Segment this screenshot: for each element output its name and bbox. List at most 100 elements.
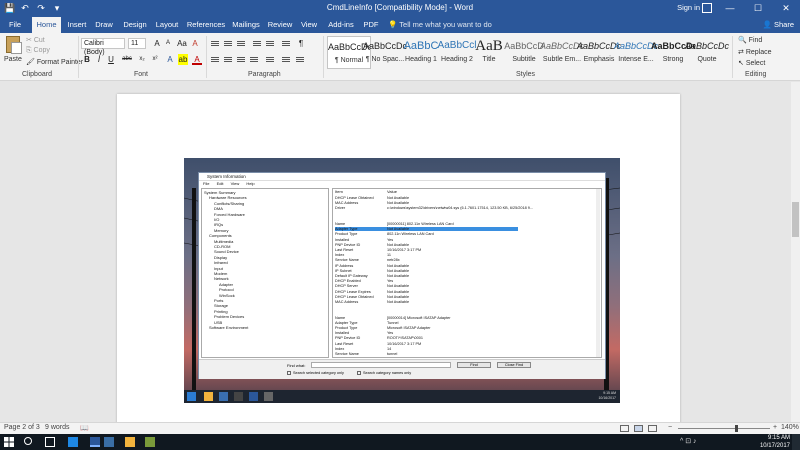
menu-edit[interactable]: Edit [217, 181, 224, 186]
font-size-select[interactable]: 11 [128, 38, 146, 49]
superscript-button[interactable]: x² [150, 54, 160, 65]
grow-font-button[interactable]: A [152, 38, 162, 49]
text-effects-button[interactable]: A [165, 54, 175, 65]
tab-pdf[interactable]: PDF [360, 17, 382, 33]
close-button[interactable]: ✕ [772, 0, 800, 17]
tree-item[interactable]: Problem Devices [214, 314, 244, 319]
read-mode-icon[interactable] [620, 425, 629, 432]
tree-item[interactable]: DMA [214, 206, 223, 211]
tree-item[interactable]: Software Environment [209, 325, 248, 330]
style-quote[interactable]: AaBbCcDc Quote [685, 36, 729, 69]
column-header-item[interactable]: Item [335, 189, 343, 194]
find-button[interactable]: Find [457, 362, 491, 368]
sign-in-link[interactable]: Sign in [677, 3, 700, 12]
zoom-out-button[interactable]: − [668, 424, 672, 431]
search-names-checkbox[interactable]: Search category names only [357, 371, 411, 375]
subscript-button[interactable]: x₂ [137, 54, 147, 65]
edge-icon[interactable] [68, 437, 78, 447]
maximize-button[interactable]: ☐ [744, 0, 772, 17]
zoom-slider-track[interactable] [678, 428, 770, 429]
zoom-in-button[interactable]: + [773, 424, 777, 431]
tree-item[interactable]: Sound Device [214, 249, 239, 254]
align-right-icon[interactable] [236, 55, 247, 65]
tab-addins[interactable]: Add-ins [325, 17, 357, 33]
find-what-input[interactable] [311, 362, 451, 368]
detail-row[interactable]: Service Name tunnel [333, 352, 598, 357]
vertical-scrollbar[interactable] [791, 82, 800, 422]
italic-button[interactable]: I [94, 54, 104, 65]
tree-item[interactable]: USB [214, 320, 222, 325]
increase-indent-icon[interactable] [265, 39, 276, 49]
tab-file[interactable]: File [2, 17, 28, 33]
shading-icon[interactable] [281, 55, 292, 65]
font-color-button[interactable]: A [192, 54, 202, 65]
tree-item[interactable]: Adapter [219, 282, 233, 287]
menu-help[interactable]: Help [246, 181, 254, 186]
scrollbar-thumb[interactable] [792, 202, 799, 237]
tree-item[interactable]: Network [214, 276, 229, 281]
tree-item[interactable]: System Summary [204, 190, 236, 195]
taskbar-clock[interactable]: 9:15 AM 10/17/2017 [760, 434, 790, 450]
bullets-icon[interactable] [210, 39, 221, 49]
multilevel-list-icon[interactable] [236, 39, 247, 49]
menu-view[interactable]: View [231, 181, 240, 186]
tab-insert[interactable]: Insert [64, 17, 90, 33]
close-find-button[interactable]: Close Find [497, 362, 531, 368]
action-center-icon[interactable] [792, 434, 800, 450]
font-name-select[interactable]: Calibri (Body) [81, 38, 125, 56]
tree-item[interactable]: Ports [214, 298, 223, 303]
underline-button[interactable]: U [106, 54, 116, 65]
tab-view[interactable]: View [298, 17, 320, 33]
tree-item[interactable]: Multimedia [214, 239, 233, 244]
zoom-slider-knob[interactable] [735, 425, 739, 432]
tree-item[interactable]: Display [214, 255, 227, 260]
tree-item[interactable]: WinSock [219, 293, 235, 298]
tab-review[interactable]: Review [266, 17, 294, 33]
page-count[interactable]: Page 2 of 3 [4, 424, 40, 431]
word-taskbar-icon[interactable] [90, 437, 100, 447]
tree-item[interactable]: Conflicts/Sharing [214, 201, 244, 206]
windows-start-icon[interactable] [4, 437, 14, 447]
print-layout-icon[interactable] [634, 425, 643, 432]
ribbon-display-options-icon[interactable] [702, 3, 712, 13]
tree-item[interactable]: Modem [214, 271, 227, 276]
shrink-font-button[interactable]: A [163, 38, 173, 49]
align-left-icon[interactable] [210, 55, 221, 65]
tree-item[interactable]: IRQs [214, 222, 223, 227]
minimize-button[interactable]: — [716, 0, 744, 17]
tree-item[interactable]: Forced Hardware [214, 212, 245, 217]
paste-button-label[interactable]: Paste [4, 56, 22, 63]
tell-me-search[interactable]: 💡 Tell me what you want to do [388, 17, 492, 33]
word-count[interactable]: 9 words [45, 424, 70, 431]
tab-layout[interactable]: Layout [153, 17, 181, 33]
tree-item[interactable]: I/O [214, 217, 219, 222]
strikethrough-button[interactable]: abc [120, 54, 134, 65]
tree-item[interactable]: Hardware Resources [209, 195, 247, 200]
tree-item[interactable]: Memory [214, 228, 228, 233]
zoom-level[interactable]: 140% [781, 424, 799, 431]
highlight-color-button[interactable]: ab [178, 54, 188, 65]
share-button[interactable]: 👤 Share [763, 17, 794, 33]
tree-item[interactable]: Storage [214, 303, 228, 308]
tree-item[interactable]: Printing [214, 309, 228, 314]
tab-design[interactable]: Design [121, 17, 149, 33]
proofing-icon[interactable]: 📖 [80, 424, 89, 432]
replace-button[interactable]: ⇄ Replace [738, 48, 772, 56]
tree-item[interactable]: Components [209, 233, 232, 238]
tree-item[interactable]: Protocol [219, 287, 234, 292]
search-icon[interactable] [24, 437, 32, 445]
web-layout-icon[interactable] [648, 425, 657, 432]
borders-icon[interactable] [295, 55, 306, 65]
clear-formatting-button[interactable]: A [190, 38, 200, 49]
change-case-button[interactable]: Aa [176, 38, 188, 49]
paint-icon[interactable] [145, 437, 155, 447]
column-header-value[interactable]: Value [387, 189, 397, 194]
justify-icon[interactable] [249, 55, 260, 65]
select-button[interactable]: ↖ Select [738, 59, 765, 67]
search-selected-checkbox[interactable]: Search selected category only [287, 371, 344, 375]
numbering-icon[interactable] [223, 39, 234, 49]
sort-icon[interactable] [281, 39, 292, 49]
task-view-icon[interactable] [45, 437, 55, 447]
copy-button[interactable]: ⎘ Copy [26, 47, 50, 55]
decrease-indent-icon[interactable] [252, 39, 263, 49]
